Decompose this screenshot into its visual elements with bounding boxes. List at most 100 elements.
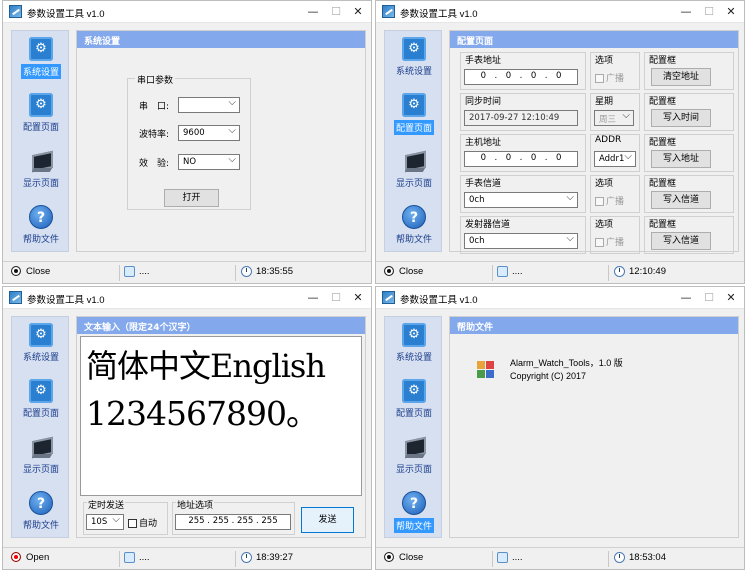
window-text-input: 参数设置工具 v1.0 — ☐ ✕ ⚙ 系统设置 ⚙ 配置页面 显示页面 ? 帮… [2, 286, 372, 570]
nav-label: 帮助文件 [22, 521, 59, 531]
broadcast-checkbox[interactable]: 广播 [595, 235, 624, 248]
monitor-icon [402, 149, 426, 173]
status-bar: Close .... 18:53:04 [376, 547, 744, 569]
watch-address-input[interactable]: 0 . 0 . 0 . 0 [464, 69, 578, 85]
baud-select[interactable]: 9600 [178, 125, 240, 141]
addr-select[interactable]: Addr1 [594, 151, 636, 167]
nav-item-display[interactable]: 显示页面 [385, 435, 443, 485]
row-label: 手表地址 [465, 56, 502, 66]
nav-item-config[interactable]: ⚙ 配置页面 [385, 93, 443, 143]
close-button[interactable]: ✕ [721, 290, 741, 306]
nav-label: 系统设置 [21, 64, 61, 79]
address-input[interactable]: 255 . 255 . 255 . 255 [175, 514, 291, 530]
send-button[interactable]: 发送 [301, 507, 354, 533]
nav-item-display[interactable]: 显示页面 [12, 435, 70, 485]
config-label: 配置框 [649, 179, 677, 189]
nav-item-settings[interactable]: ⚙ 系统设置 [385, 323, 443, 373]
monitor-icon [29, 149, 53, 173]
nav-label: 帮助文件 [394, 518, 434, 533]
user-status: .... [497, 552, 523, 563]
maximize-button[interactable]: ☐ [699, 290, 719, 306]
connection-status: Close [384, 266, 423, 277]
nav-item-display[interactable]: 显示页面 [385, 149, 443, 199]
nav-item-settings[interactable]: ⚙ 系统设置 [12, 323, 70, 373]
nav-label: 帮助文件 [22, 235, 59, 245]
minimize-button[interactable]: — [303, 290, 323, 306]
sync-time-field[interactable]: 2017-09-27 12:10:49 [464, 110, 578, 126]
write-time-button[interactable]: 写入时间 [651, 109, 711, 127]
nav-item-display[interactable]: 显示页面 [12, 149, 70, 199]
main-panel: 配置页面 手表地址 0 . 0 . 0 . 0 选项 广播 配置框 清空地址 同… [449, 30, 739, 254]
help-icon: ? [402, 205, 426, 229]
write-channel-button[interactable]: 写入信道 [651, 232, 711, 250]
close-button[interactable]: ✕ [348, 290, 368, 306]
text-input-area[interactable]: 简体中文English 1234567890。 [80, 336, 362, 496]
nav-item-help[interactable]: ? 帮助文件 [385, 491, 443, 541]
timer-select[interactable]: 10S [86, 514, 124, 530]
title-bar: 参数设置工具 v1.0 — ☐ ✕ [376, 1, 744, 23]
option-label: 选项 [595, 220, 614, 230]
maximize-button[interactable]: ☐ [326, 290, 346, 306]
status-bar: Open .... 18:39:27 [3, 547, 371, 569]
app-icon [9, 291, 22, 304]
nav-item-config[interactable]: ⚙ 配置页面 [385, 379, 443, 429]
transmitter-channel-select[interactable]: 0ch [464, 233, 578, 249]
nav-label: 显示页面 [22, 179, 59, 189]
option-label: 选项 [595, 179, 614, 189]
clock-icon [241, 552, 252, 563]
host-address-input[interactable]: 0 . 0 . 0 . 0 [464, 151, 578, 167]
nav-item-settings[interactable]: ⚙ 系统设置 [385, 37, 443, 87]
minimize-button[interactable]: — [303, 4, 323, 20]
open-button[interactable]: 打开 [164, 189, 219, 207]
broadcast-checkbox[interactable]: 广播 [595, 71, 624, 84]
write-channel-button[interactable]: 写入信道 [651, 191, 711, 209]
baud-label: 波特率: [139, 130, 170, 140]
nav-label: 显示页面 [395, 465, 432, 475]
monitor-icon [402, 435, 426, 459]
clock-status: 18:35:55 [241, 266, 293, 277]
nav-item-help[interactable]: ? 帮助文件 [12, 491, 70, 541]
maximize-button[interactable]: ☐ [326, 4, 346, 20]
row-label: 发射器信道 [465, 220, 511, 230]
nav-label: 配置页面 [22, 409, 59, 419]
group-label: 串口参数 [135, 73, 176, 86]
main-panel: 帮助文件 Alarm_Watch_Tools，1.0 版 Copyright (… [449, 316, 739, 538]
nav-item-config[interactable]: ⚙ 配置页面 [12, 379, 70, 429]
auto-checkbox[interactable]: 自动 [128, 516, 157, 529]
watch-channel-select[interactable]: 0ch [464, 192, 578, 208]
minimize-button[interactable]: — [676, 290, 696, 306]
nav-item-help[interactable]: ? 帮助文件 [385, 205, 443, 255]
clear-address-button[interactable]: 清空地址 [651, 68, 711, 86]
settings-icon: ⚙ [402, 323, 426, 347]
nav-label: 显示页面 [395, 179, 432, 189]
clock-status: 18:53:04 [614, 552, 666, 563]
weekday-label: 星期 [595, 97, 614, 107]
title-bar: 参数设置工具 v1.0 — ☐ ✕ [3, 1, 371, 23]
record-icon [384, 552, 394, 563]
app-name-text: Alarm_Watch_Tools，1.0 版 [510, 358, 623, 368]
record-icon [384, 266, 394, 277]
port-select[interactable] [178, 97, 240, 113]
sidebar: ⚙ 系统设置 ⚙ 配置页面 显示页面 ? 帮助文件 [384, 30, 442, 252]
clock-status: 12:10:49 [614, 266, 666, 277]
row-label: 同步时间 [465, 97, 502, 107]
text-line-1: 简体中文English [86, 347, 326, 385]
weekday-select[interactable]: 周三 [594, 110, 634, 126]
nav-item-config[interactable]: ⚙ 配置页面 [12, 93, 70, 143]
parity-select[interactable]: NO [178, 154, 240, 170]
maximize-button[interactable]: ☐ [699, 4, 719, 20]
connection-status: Open [11, 552, 49, 563]
close-button[interactable]: ✕ [348, 4, 368, 20]
panel-title: 配置页面 [450, 31, 738, 48]
broadcast-checkbox[interactable]: 广播 [595, 194, 624, 207]
minimize-button[interactable]: — [676, 4, 696, 20]
clock-icon [614, 266, 625, 277]
panel-title: 帮助文件 [450, 317, 738, 334]
connection-status: Close [384, 552, 423, 563]
write-address-button[interactable]: 写入地址 [651, 150, 711, 168]
nav-item-help[interactable]: ? 帮助文件 [12, 205, 70, 255]
address-label: 地址选项 [176, 498, 215, 511]
settings-icon: ⚙ [29, 323, 53, 347]
nav-item-settings[interactable]: ⚙ 系统设置 [12, 37, 70, 87]
close-button[interactable]: ✕ [721, 4, 741, 20]
